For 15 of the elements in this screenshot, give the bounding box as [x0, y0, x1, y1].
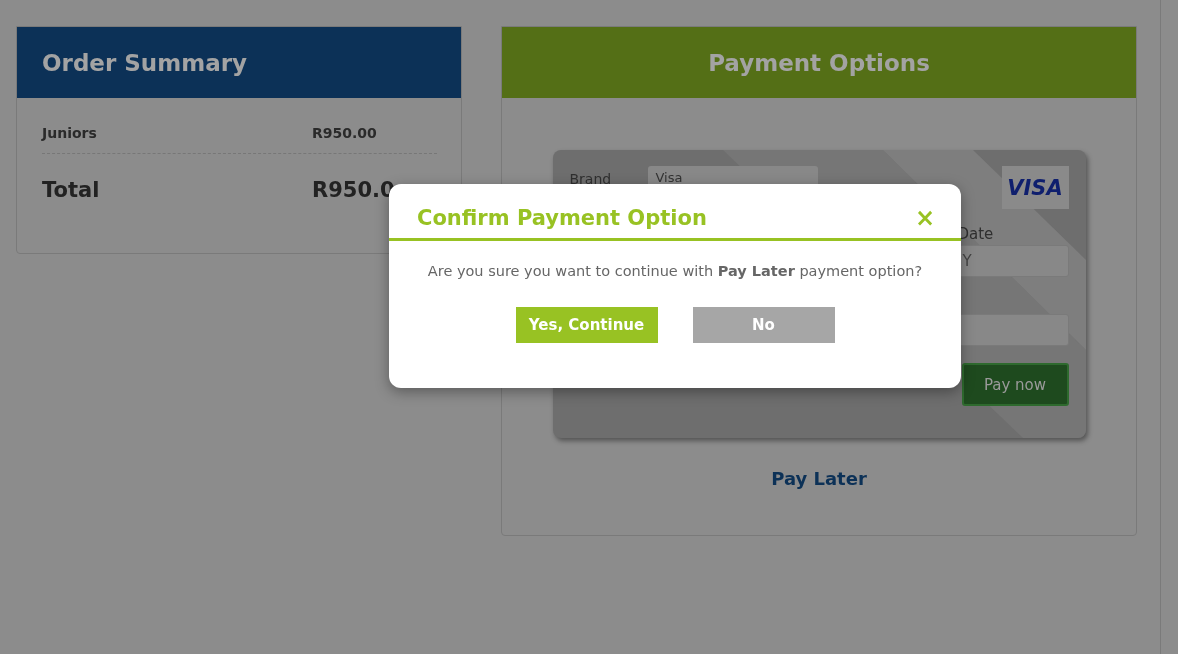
total-value: R950.0 [312, 178, 396, 202]
close-button[interactable]: × [914, 206, 935, 230]
pay-later-link[interactable]: Pay Later [771, 468, 867, 489]
item-name: Juniors [42, 125, 97, 141]
continue-button[interactable]: Yes, Continue [515, 307, 658, 343]
dialog-title: Confirm Payment Option [417, 206, 707, 230]
cancel-button[interactable]: No [692, 307, 835, 343]
card-title: Payment Options [708, 49, 930, 76]
item-price: R950.00 [312, 125, 378, 141]
card-brand-logo: VISA [1001, 166, 1069, 209]
total-label: Total [42, 178, 100, 202]
dialog-message: Are you sure you want to continue with Pay Later payment option? [426, 263, 924, 279]
pay-now-button[interactable]: Pay now [961, 363, 1069, 406]
card-title: Order Summary [42, 49, 248, 76]
brand-label: Brand [569, 171, 613, 187]
